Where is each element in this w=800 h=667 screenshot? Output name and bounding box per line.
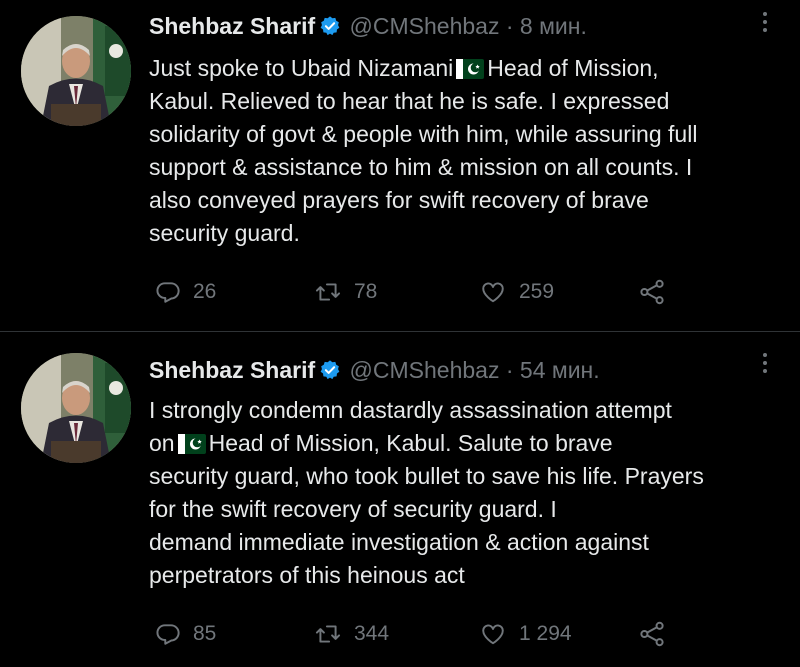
tweet-text: I strongly condemn dastardly assassinati… — [149, 394, 779, 592]
avatar[interactable] — [21, 16, 131, 126]
tweet-actions: 85 344 1 294 — [149, 619, 709, 649]
separator: · — [505, 357, 514, 383]
tweet-actions: 26 78 259 — [149, 277, 709, 307]
text-line: Head of Mission, — [487, 55, 659, 81]
timestamp[interactable]: 54 мин. — [520, 357, 600, 383]
reply-button[interactable]: 26 — [155, 277, 216, 307]
like-count: 1 294 — [519, 622, 572, 645]
heart-icon — [479, 621, 507, 647]
text-line: support & assistance to him & mission on… — [149, 154, 693, 180]
text-line: I strongly condemn dastardly assassinati… — [149, 397, 672, 423]
tweet-text: Just spoke to Ubaid Nizamani Head of Miss… — [149, 52, 779, 250]
text-line: demand immediate investigation & action … — [149, 529, 649, 555]
retweet-icon — [314, 279, 342, 305]
author-name[interactable]: Shehbaz Sharif — [149, 13, 315, 39]
share-button[interactable] — [637, 277, 667, 307]
text-line: Kabul. Relieved to hear that he is safe.… — [149, 88, 670, 114]
share-icon — [637, 620, 667, 648]
text-line: Head of Mission, Kabul. Salute to brave — [208, 430, 613, 456]
verified-badge-icon — [319, 359, 341, 387]
pakistan-flag-icon — [456, 55, 485, 79]
more-dots-icon[interactable] — [762, 12, 768, 36]
like-button[interactable]: 259 — [479, 277, 554, 307]
text-line: on — [149, 430, 175, 456]
text-line: for the swift recovery of security guard… — [149, 496, 557, 522]
text-line: security guard. — [149, 220, 300, 246]
like-button[interactable]: 1 294 — [479, 619, 572, 649]
tweet-header: Shehbaz Sharif @CMShehbaz · 54 мин. — [149, 356, 600, 387]
share-button[interactable] — [637, 619, 667, 649]
author-name[interactable]: Shehbaz Sharif — [149, 357, 315, 383]
timestamp[interactable]: 8 мин. — [520, 13, 587, 39]
tweet-header: Shehbaz Sharif @CMShehbaz · 8 мин. — [149, 12, 587, 43]
author-handle[interactable]: @CMShehbaz — [350, 13, 500, 39]
pakistan-flag-icon — [177, 430, 206, 454]
text-line: perpetrators of this heinous act — [149, 562, 465, 588]
retweet-icon — [314, 621, 342, 647]
text-line: solidarity of govt & people with him, wh… — [149, 121, 698, 147]
retweet-button[interactable]: 78 — [314, 277, 377, 307]
share-icon — [637, 278, 667, 306]
separator: · — [505, 13, 514, 39]
text-line: security guard, who took bullet to save … — [149, 463, 704, 489]
retweet-count: 78 — [354, 280, 378, 303]
tweet[interactable]: Shehbaz Sharif @CMShehbaz · 8 мин. Just … — [0, 0, 800, 332]
avatar[interactable] — [21, 353, 131, 463]
verified-badge-icon — [319, 15, 341, 43]
retweet-button[interactable]: 344 — [314, 619, 389, 649]
reply-count: 85 — [193, 622, 217, 645]
tweet-divider — [0, 331, 800, 332]
reply-icon — [155, 621, 181, 647]
retweet-count: 344 — [354, 622, 390, 645]
tweet[interactable]: Shehbaz Sharif @CMShehbaz · 54 мин. I st… — [0, 333, 800, 667]
author-handle[interactable]: @CMShehbaz — [350, 357, 500, 383]
reply-button[interactable]: 85 — [155, 619, 216, 649]
reply-count: 26 — [193, 280, 217, 303]
text-line: also conveyed prayers for swift recovery… — [149, 187, 649, 213]
like-count: 259 — [519, 280, 555, 303]
more-dots-icon[interactable] — [762, 353, 768, 377]
reply-icon — [155, 279, 181, 305]
heart-icon — [479, 279, 507, 305]
text-line: Just spoke to Ubaid Nizamani — [149, 55, 454, 81]
